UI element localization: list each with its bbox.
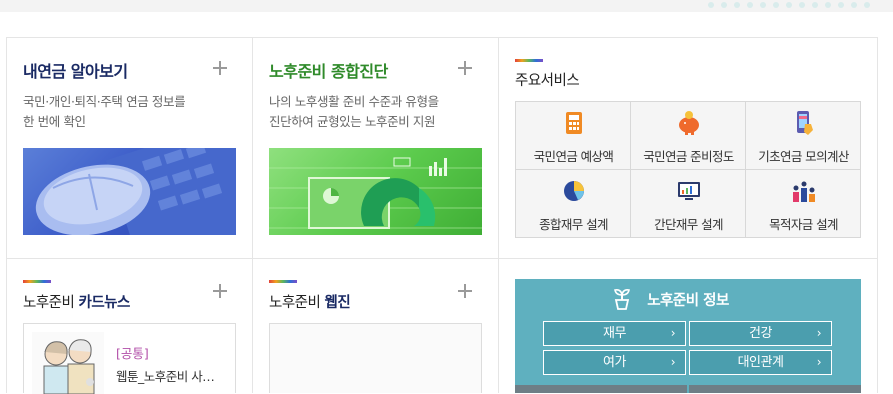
plus-icon[interactable]: [458, 284, 472, 298]
people-icon: [793, 181, 815, 202]
section-accent-bar: [23, 280, 51, 283]
info-footer-tabs: [515, 385, 861, 393]
decorative-dots: [708, 2, 870, 8]
column-divider: [6, 38, 7, 393]
chevron-right-icon: ›: [670, 355, 676, 369]
service-item-basic-pension-calc[interactable]: 기초연금 모의계산: [746, 102, 861, 170]
info-button-label: 건강: [749, 326, 772, 341]
pension-title[interactable]: 내연금 알아보기: [23, 58, 128, 82]
cardnews-title[interactable]: 노후준비 카드뉴스: [23, 291, 130, 312]
section-accent-bar: [515, 59, 543, 62]
calculator-icon: [566, 112, 582, 134]
diagnosis-desc-line: 진단하여 균형있는 노후준비 지원: [269, 114, 436, 129]
service-item-total-finance[interactable]: 종합재무 설계: [516, 170, 631, 238]
service-item-target-funds[interactable]: 목적자금 설계: [746, 170, 861, 238]
cardnews-title-bold: 카드뉴스: [78, 295, 130, 311]
info-button-label: 여가: [603, 355, 626, 370]
webzine-item[interactable]: [269, 323, 482, 393]
couple-cartoon-image: [32, 332, 104, 394]
pension-desc-line: 국민·개인·퇴직·주택 연금 정보를: [23, 94, 186, 109]
service-item-pension-readiness[interactable]: 국민연금 준비정도: [631, 102, 746, 170]
piggy-bank-icon: [679, 111, 699, 135]
chart-graph-image[interactable]: [269, 148, 482, 235]
diagnosis-title[interactable]: 노후준비 종합진단: [269, 58, 388, 82]
plus-icon[interactable]: [213, 61, 227, 75]
service-label: 기초연금 모의계산: [758, 149, 849, 164]
chevron-right-icon: ›: [816, 326, 822, 340]
plus-icon[interactable]: [213, 284, 227, 298]
section-accent-bar: [269, 280, 297, 283]
monitor-chart-icon: [678, 182, 700, 200]
info-button-relationships[interactable]: 대인관계 ›: [689, 350, 832, 375]
service-label: 국민연금 예상액: [533, 149, 614, 164]
webzine-title[interactable]: 노후준비 웹진: [269, 291, 351, 312]
retirement-info-panel: 노후준비 정보 재무 › 건강 › 여가 › 대인관계 ›: [515, 279, 861, 393]
pension-desc-line: 한 번에 확인: [23, 114, 86, 129]
webzine-title-prefix: 노후준비: [269, 295, 321, 311]
column-divider: [252, 38, 253, 393]
info-button-label: 재무: [603, 326, 626, 341]
service-label: 종합재무 설계: [539, 217, 608, 232]
info-button-leisure[interactable]: 여가 ›: [543, 350, 686, 375]
info-button-label: 대인관계: [737, 355, 784, 370]
info-button-health[interactable]: 건강 ›: [689, 321, 832, 346]
diagnosis-description: 나의 노후생활 준비 수준과 유형을 진단하여 균형있는 노후준비 지원: [269, 92, 439, 132]
service-label: 국민연금 준비정도: [643, 149, 734, 164]
mouse-keyboard-image[interactable]: [23, 148, 236, 235]
column-divider: [498, 38, 499, 393]
frame-middle-border: [6, 258, 878, 259]
service-label: 목적자금 설계: [769, 217, 838, 232]
chevron-right-icon: ›: [816, 355, 822, 369]
pie-chart-icon: [564, 181, 584, 201]
cardnews-title-prefix: 노후준비: [23, 295, 75, 311]
plus-icon[interactable]: [458, 61, 472, 75]
info-title: 노후준비 정보: [647, 293, 729, 309]
frame-right-border: [877, 38, 878, 393]
diagnosis-desc-line: 나의 노후생활 준비 수준과 유형을: [269, 94, 439, 109]
cardnews-tag: [공통]: [116, 346, 149, 361]
services-grid: 국민연금 예상액 국민연금 준비정도 기초연금 모의계산 종합재무 설계 간단재…: [515, 101, 861, 238]
info-button-finance[interactable]: 재무 ›: [543, 321, 686, 346]
cardnews-item[interactable]: [공통] 웹툰_노후준비 사…: [23, 323, 236, 394]
service-item-pension-estimate[interactable]: 국민연금 예상액: [516, 102, 631, 170]
phone-hand-icon: [797, 111, 813, 135]
pension-description: 국민·개인·퇴직·주택 연금 정보를 한 번에 확인: [23, 92, 186, 132]
chevron-right-icon: ›: [670, 326, 676, 340]
cardnews-item-title[interactable]: 웹툰_노후준비 사…: [116, 366, 215, 385]
service-item-simple-finance[interactable]: 간단재무 설계: [631, 170, 746, 238]
services-title: 주요서비스: [515, 73, 580, 89]
frame-top-border: [6, 37, 878, 38]
webzine-title-bold: 웹진: [324, 295, 351, 311]
service-label: 간단재무 설계: [654, 217, 723, 232]
